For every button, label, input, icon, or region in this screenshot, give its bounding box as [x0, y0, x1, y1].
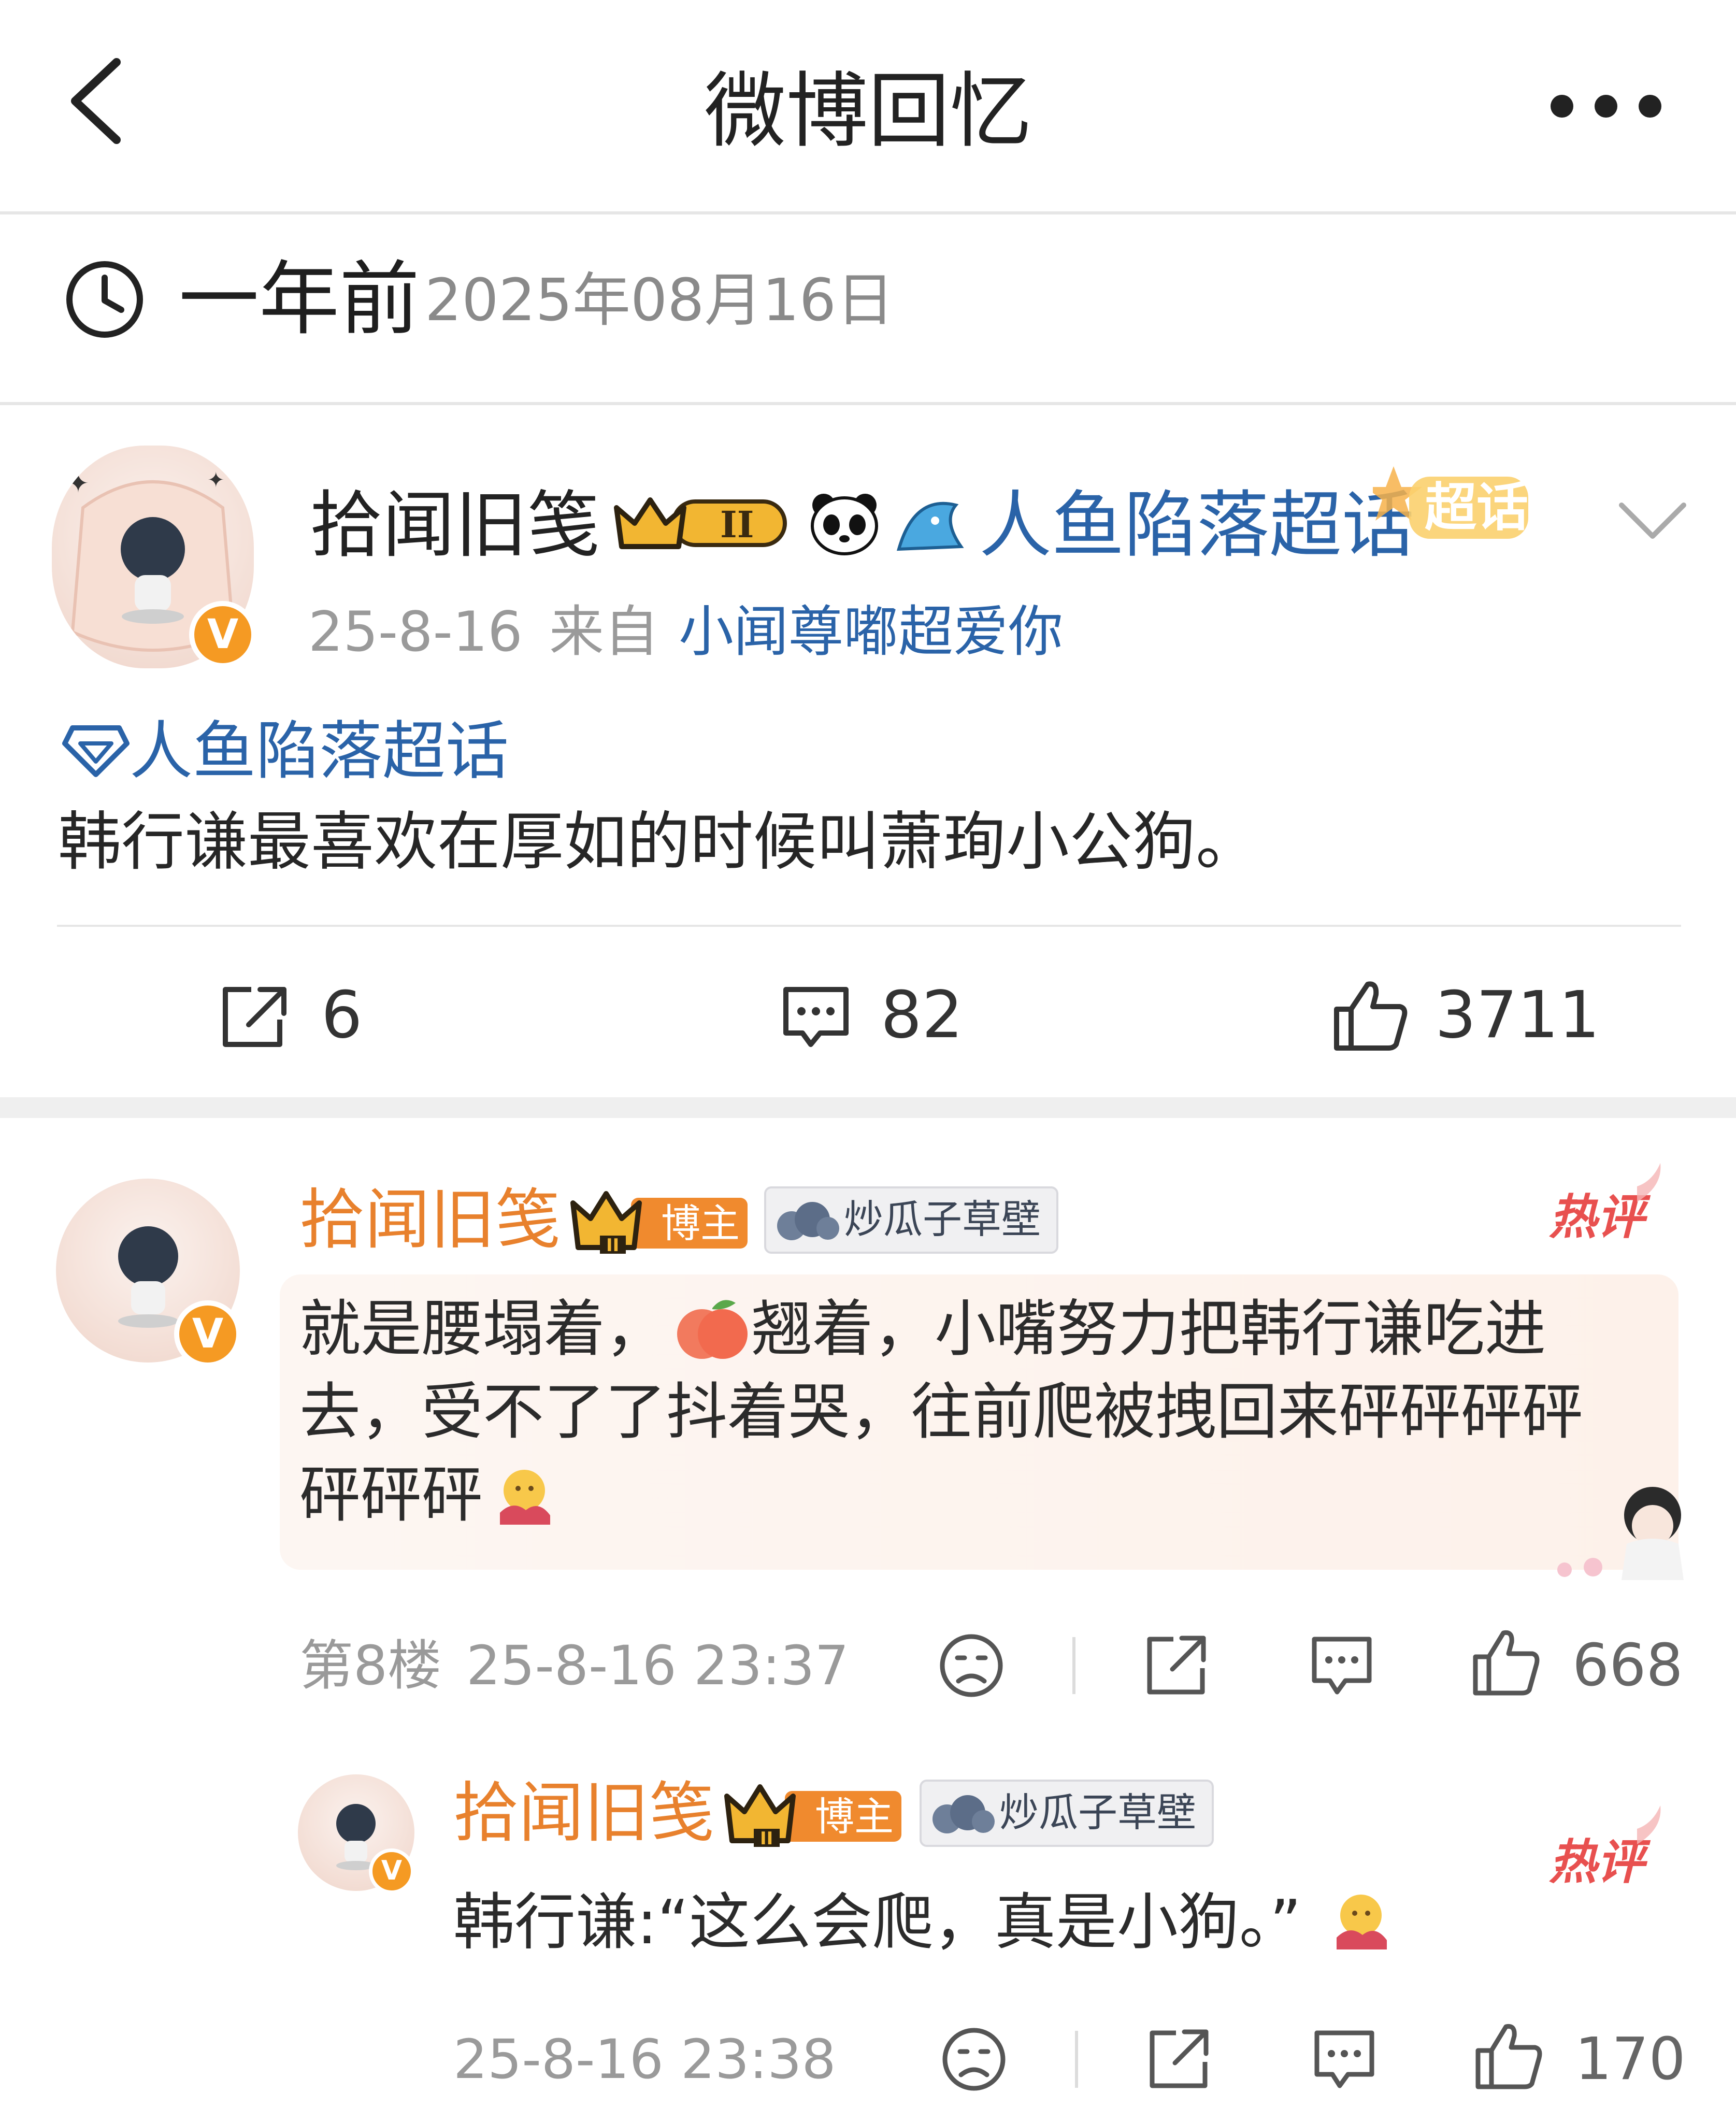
fan-badge[interactable]: 炒瓜子草壁	[920, 1780, 1214, 1847]
supertopic-chip-label: 超话	[1425, 477, 1528, 538]
chevron-down-icon[interactable]	[1616, 497, 1689, 544]
hot-comment-label: 热评	[1549, 1834, 1645, 1890]
share-icon[interactable]	[1145, 2026, 1212, 2093]
verified-badge: V	[189, 601, 256, 668]
header-divider	[0, 211, 1736, 214]
repost-icon	[223, 987, 286, 1047]
character-sticker-icon	[1557, 1487, 1684, 1580]
comment-line-2: 去，受不了了抖着哭，往前爬被拽回来砰砰砰砰	[299, 1376, 1584, 1447]
hot-flame-icon	[1637, 1805, 1661, 1844]
cloud-icon	[777, 1202, 839, 1240]
verified-badge: V	[174, 1300, 241, 1368]
reply-like-count: 170	[1575, 2026, 1686, 2093]
diamond-icon	[62, 725, 130, 777]
post-from-label: 来自	[549, 600, 659, 664]
blogger-badge-label: 博主	[815, 1794, 894, 1840]
comment-button[interactable]: 82	[780, 974, 1013, 1057]
post-author[interactable]: 拾闻旧笺	[310, 477, 600, 575]
supertopic-link[interactable]: 人鱼陷落超话	[979, 477, 1414, 575]
top-bar: 微博回忆	[0, 0, 1736, 212]
action-separator	[1072, 1637, 1075, 1694]
verified-badge: V	[369, 1848, 414, 1894]
reply-time: 25-8-16 23:38	[453, 2028, 836, 2091]
comment-line-3: 砰砰砰	[299, 1459, 483, 1530]
post-time: 25-8-16	[308, 600, 523, 664]
fan-badge-label: 炒瓜子草壁	[999, 1789, 1196, 1836]
post-text: 韩行谦最喜欢在厚如的时候叫萧珣小公狗。	[58, 805, 1259, 879]
comment-icon[interactable]	[1311, 2026, 1378, 2093]
action-divider	[57, 925, 1681, 927]
like-icon[interactable]	[1474, 2020, 1544, 2093]
comment-icon[interactable]	[1308, 1632, 1375, 1699]
hot-comment-label: 热评	[1549, 1189, 1645, 1245]
page-title: 微博回忆	[704, 64, 1032, 159]
more-icon[interactable]	[1546, 91, 1666, 122]
comment-line-1b: 翘着，小嘴努力把韩行谦吃进	[751, 1293, 1546, 1365]
comment-line-1a: 就是腰塌着，	[299, 1293, 667, 1365]
fan-badge[interactable]: 炒瓜子草壁	[764, 1186, 1058, 1254]
repost-button[interactable]: 6	[218, 974, 425, 1057]
supertopic-chip[interactable]: ✦ 超话	[1373, 456, 1549, 560]
comment-author[interactable]: 拾闻旧笺	[299, 1176, 561, 1264]
action-separator	[1075, 2031, 1078, 2088]
section-gap	[0, 1097, 1736, 1118]
memory-label: 一年前	[179, 252, 420, 346]
repost-count: 6	[321, 978, 363, 1053]
hug-emoji-icon	[500, 1470, 550, 1525]
panda-icon	[811, 494, 878, 555]
comment-like-count: 668	[1572, 1632, 1683, 1699]
dislike-icon[interactable]	[940, 2026, 1008, 2093]
svg-text:II: II	[606, 1235, 619, 1254]
svg-text:✦: ✦	[67, 468, 89, 498]
share-icon[interactable]	[1142, 1632, 1210, 1699]
comment-time: 25-8-16 23:37	[466, 1634, 849, 1697]
blogger-badge: II 博主	[723, 1780, 904, 1847]
topic-tag[interactable]: 人鱼陷落超话	[130, 712, 509, 790]
cloud-icon	[932, 1795, 995, 1833]
blogger-badge-label: 博主	[661, 1200, 740, 1246]
fan-badge-label: 炒瓜子草壁	[844, 1196, 1041, 1242]
like-button[interactable]: 3711	[1331, 974, 1601, 1057]
post-source[interactable]: 小闻尊嘟超爱你	[679, 596, 1063, 668]
svg-text:✦: ✦	[207, 468, 225, 492]
svg-text:II: II	[720, 503, 754, 546]
reply-text: 韩行谦:“这么会爬，真是小狗。”	[453, 1886, 1302, 1958]
peach-icon	[677, 1300, 748, 1359]
level-badge[interactable]: II	[611, 492, 798, 554]
comment-icon	[783, 987, 849, 1047]
comment-count: 82	[881, 978, 964, 1053]
hot-flame-icon	[1637, 1163, 1661, 1202]
memory-divider	[0, 402, 1736, 405]
comment-floor: 第8楼	[299, 1634, 442, 1697]
crown-icon: II	[614, 497, 787, 549]
svg-text:II: II	[760, 1828, 773, 1847]
like-icon[interactable]	[1471, 1627, 1541, 1699]
blogger-badge: II 博主	[569, 1186, 750, 1254]
like-count: 3711	[1435, 978, 1600, 1053]
memory-date: 2025年08月16日	[425, 267, 895, 334]
clock-icon	[66, 261, 143, 338]
dislike-icon[interactable]	[938, 1632, 1005, 1699]
shark-icon	[896, 501, 964, 551]
like-icon	[1334, 981, 1408, 1051]
hug-emoji-icon	[1337, 1895, 1387, 1949]
reply-author[interactable]: 拾闻旧笺	[453, 1769, 714, 1857]
